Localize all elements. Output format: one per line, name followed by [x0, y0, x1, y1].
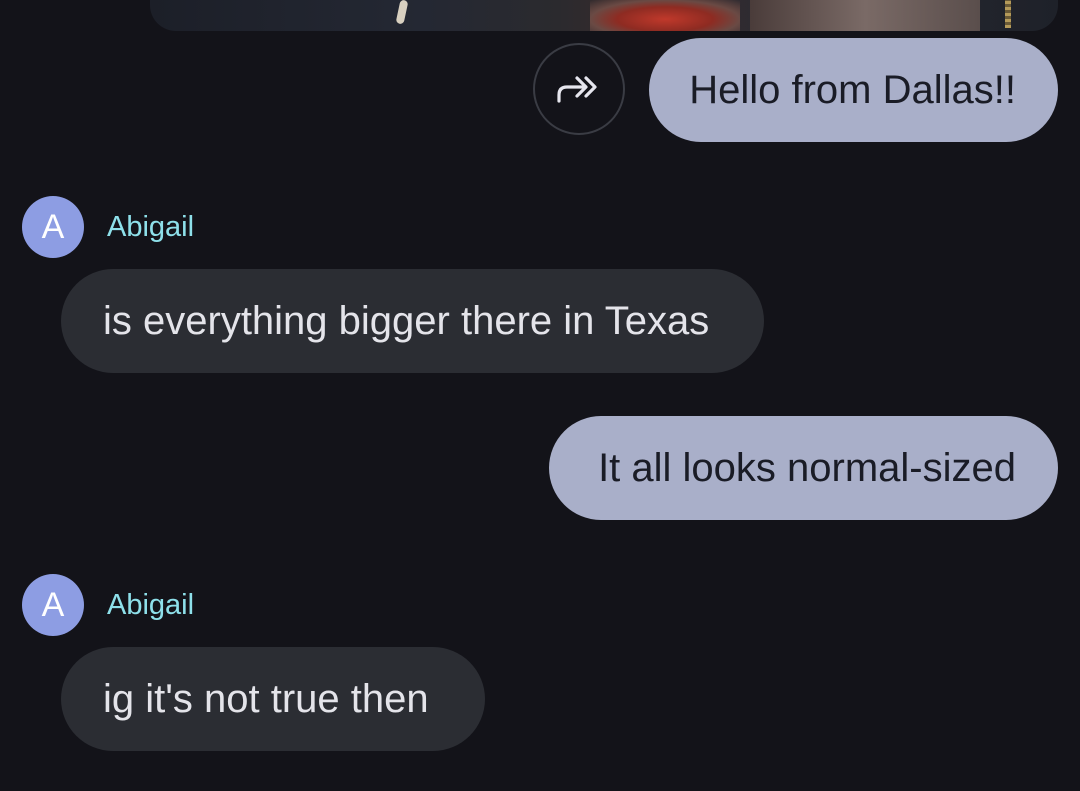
- photo-detail: [590, 0, 740, 31]
- message-text: It all looks normal-sized: [598, 445, 1016, 490]
- avatar[interactable]: A: [22, 574, 84, 636]
- incoming-message[interactable]: ig it's not true then: [61, 647, 485, 751]
- message-text: Hello from Dallas!!: [689, 67, 1016, 112]
- outgoing-message[interactable]: It all looks normal-sized: [549, 416, 1058, 520]
- outgoing-message[interactable]: Hello from Dallas!!: [649, 38, 1058, 142]
- message-text: ig it's not true then: [103, 676, 429, 721]
- photo-attachment[interactable]: [150, 0, 1058, 31]
- message-text: is everything bigger there in Texas: [103, 298, 710, 343]
- avatar-letter: A: [41, 207, 65, 246]
- avatar-letter: A: [41, 585, 65, 624]
- sender-name: Abigail: [107, 589, 195, 621]
- incoming-message[interactable]: is everything bigger there in Texas: [61, 269, 764, 373]
- sender-name: Abigail: [107, 211, 195, 243]
- photo-detail: [750, 0, 980, 31]
- photo-detail: [395, 0, 409, 25]
- avatar[interactable]: A: [22, 196, 84, 258]
- conversation-view: Hello from Dallas!! A Abigail is everyth…: [0, 0, 1080, 791]
- forward-button[interactable]: [533, 43, 625, 135]
- photo-detail: [1005, 0, 1011, 28]
- forward-icon: [557, 76, 597, 103]
